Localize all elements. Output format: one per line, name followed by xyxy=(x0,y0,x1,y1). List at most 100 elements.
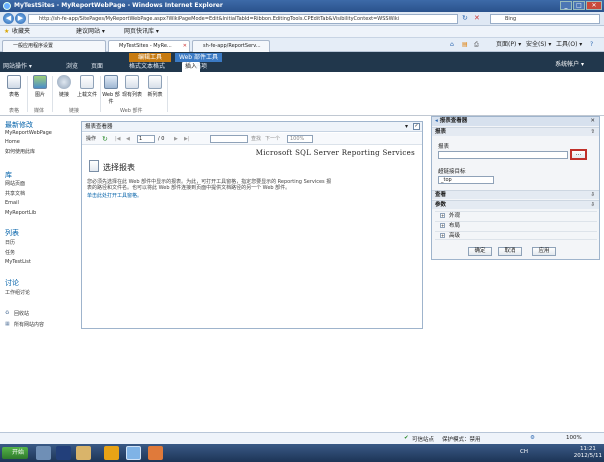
safety-menu[interactable]: 安全(S) ▾ xyxy=(526,41,551,49)
webpart-menu-icon[interactable]: ▾ xyxy=(405,122,408,132)
parameters-section-header[interactable]: 参数 ⇩ xyxy=(432,200,599,209)
nav-item-calendar[interactable]: 日历 xyxy=(5,239,15,246)
favorites-label[interactable]: 收藏夹 xyxy=(12,28,30,36)
stop-icon[interactable]: ✕ xyxy=(474,14,480,22)
hyperlink-target-input[interactable]: _top xyxy=(438,176,494,184)
print-icon[interactable]: ⎙ xyxy=(474,41,479,49)
tab-page[interactable]: 页面 xyxy=(91,62,103,72)
server-manager-icon[interactable] xyxy=(36,446,51,460)
table-button[interactable]: 表格 xyxy=(4,75,24,98)
favorites-star-icon[interactable]: ★ xyxy=(4,28,9,36)
tab-label: MyTestSites - MyRe... xyxy=(119,43,172,49)
existing-list-button[interactable]: 现有列表 xyxy=(120,75,144,98)
next-page-icon[interactable]: ▶ xyxy=(174,133,178,145)
web-part-button[interactable]: Web 部件 xyxy=(101,75,121,105)
minimize-button[interactable]: _ xyxy=(560,1,572,10)
appearance-section[interactable]: + 外观 xyxy=(435,211,597,220)
view-section-header[interactable]: 查看 ⇩ xyxy=(432,190,599,199)
find-next-link[interactable]: 下一个 xyxy=(265,133,280,145)
tools-menu[interactable]: 工具(O) ▾ xyxy=(556,41,582,49)
prev-page-icon[interactable]: ◀ xyxy=(126,133,130,145)
close-tab-icon[interactable]: ✕ xyxy=(183,41,187,51)
collapse-pane-icon[interactable]: ◂ xyxy=(435,118,438,124)
nav-item-site-pages[interactable]: 网站页面 xyxy=(5,180,25,187)
visual-studio-icon[interactable] xyxy=(104,446,119,460)
report-section-header[interactable]: 报表 ⇧ xyxy=(432,127,599,136)
forward-icon[interactable]: ▶ xyxy=(15,13,26,24)
expand-plus-icon[interactable]: + xyxy=(440,233,445,238)
site-actions-menu[interactable]: 网站操作 ▾ xyxy=(3,62,32,72)
actions-menu[interactable]: 操作 xyxy=(86,133,96,145)
back-icon[interactable]: ◀ xyxy=(3,13,14,24)
internet-explorer-icon[interactable] xyxy=(126,446,141,460)
paint-icon[interactable] xyxy=(148,446,163,460)
security-zone[interactable]: 可信站点 xyxy=(412,435,434,443)
tab-format-text[interactable]: 格式文本格式 xyxy=(129,62,165,72)
ok-button[interactable]: 确定 xyxy=(468,247,492,256)
nav-item-home[interactable]: Home xyxy=(5,139,20,145)
input-language[interactable]: CH xyxy=(520,449,528,455)
close-tool-pane-icon[interactable]: ✕ xyxy=(590,117,595,125)
report-path-input[interactable] xyxy=(438,151,568,159)
web-slice-gallery-link[interactable]: 网页快讯库 ▾ xyxy=(124,28,159,36)
nav-item-shared-documents[interactable]: 共享文档 xyxy=(5,190,25,197)
recent-header[interactable]: 最新修改 xyxy=(5,120,33,130)
discussions-header[interactable]: 讨论 xyxy=(5,278,19,288)
open-tool-pane-link[interactable]: 单击此处打开工具窗格。 xyxy=(87,192,142,199)
first-page-icon[interactable]: |◀ xyxy=(115,133,121,145)
system-account-menu[interactable]: 系统帐户 ▾ xyxy=(555,60,584,70)
picture-button[interactable]: 图片 xyxy=(30,75,50,98)
tab-options[interactable]: 选项 xyxy=(195,62,207,72)
search-input[interactable]: Bing xyxy=(490,14,600,24)
nav-item-myreportlib[interactable]: MyReportLib xyxy=(5,210,36,216)
zoom-level[interactable]: 100% xyxy=(566,435,582,441)
system-clock[interactable]: 11:21 2012/5/11 xyxy=(574,446,602,460)
suggested-sites-link[interactable]: 建议网站 ▾ xyxy=(76,28,105,36)
find-link[interactable]: 查找 xyxy=(251,133,261,145)
browser-tab-mytestsites[interactable]: MyTestSites - MyRe... ✕ xyxy=(108,40,190,52)
home-icon[interactable]: ⌂ xyxy=(450,41,454,49)
webpart-select-checkbox[interactable]: ✓ xyxy=(413,123,420,130)
lists-header[interactable]: 列表 xyxy=(5,228,19,238)
all-site-content-link[interactable]: 所有网站内容 xyxy=(14,321,44,328)
refresh-icon[interactable]: ↻ xyxy=(462,14,468,22)
refresh-report-icon[interactable]: ↻ xyxy=(102,133,108,145)
last-page-icon[interactable]: ▶| xyxy=(184,133,190,145)
expand-plus-icon[interactable]: + xyxy=(440,223,445,228)
close-button[interactable]: ✕ xyxy=(586,1,602,10)
page-number-input[interactable]: 1 xyxy=(137,135,155,143)
explorer-icon[interactable] xyxy=(76,446,91,460)
nav-item-tasks[interactable]: 任务 xyxy=(5,249,15,256)
maximize-button[interactable]: □ xyxy=(573,1,585,10)
browser-tab-reportserver[interactable]: sh-fe-app/ReportServ... xyxy=(192,40,270,52)
advanced-section[interactable]: + 高级 xyxy=(435,231,597,240)
upload-file-button[interactable]: 上载文件 xyxy=(74,75,100,98)
recycle-bin-link[interactable]: 回收站 xyxy=(14,310,29,317)
url-input[interactable]: http://sh-fe-app/SitePages/MyReportWebPa… xyxy=(28,14,458,24)
zoom-select[interactable]: 100% xyxy=(287,135,313,143)
nav-item-mytestlist[interactable]: MyTestList xyxy=(5,259,31,265)
browse-report-button[interactable]: ... xyxy=(570,149,587,160)
nav-item-how-to-use[interactable]: 如何使用此库 xyxy=(5,148,35,155)
layout-section[interactable]: + 布局 xyxy=(435,221,597,230)
powershell-icon[interactable] xyxy=(56,446,71,460)
page-menu[interactable]: 页面(P) ▾ xyxy=(496,41,521,49)
find-text-input[interactable] xyxy=(210,135,248,143)
link-button[interactable]: 链接 xyxy=(54,75,74,98)
apply-button[interactable]: 应用 xyxy=(532,247,556,256)
start-button[interactable]: 开始 xyxy=(2,447,28,459)
nav-item-myreportwebpage[interactable]: MyReportWebPage xyxy=(5,130,52,136)
cancel-button[interactable]: 取消 xyxy=(498,247,522,256)
group-label-web-parts: Web 部件 xyxy=(120,108,143,114)
help-icon[interactable]: ? xyxy=(590,41,593,49)
browser-tab-app-settings[interactable]: 一般应用程序设置 xyxy=(2,40,106,52)
feeds-icon[interactable]: ▤ xyxy=(462,41,468,49)
new-list-button[interactable]: 新列表 xyxy=(144,75,166,98)
trusted-zone-icon: ✔ xyxy=(404,435,409,441)
compatibility-icon[interactable]: ⚙ xyxy=(530,435,535,441)
libraries-header[interactable]: 库 xyxy=(5,170,12,180)
nav-item-team-discussion[interactable]: 工作组讨论 xyxy=(5,289,30,296)
expand-plus-icon[interactable]: + xyxy=(440,213,445,218)
nav-item-email[interactable]: Email xyxy=(5,200,19,206)
tab-browse[interactable]: 浏览 xyxy=(66,62,78,72)
